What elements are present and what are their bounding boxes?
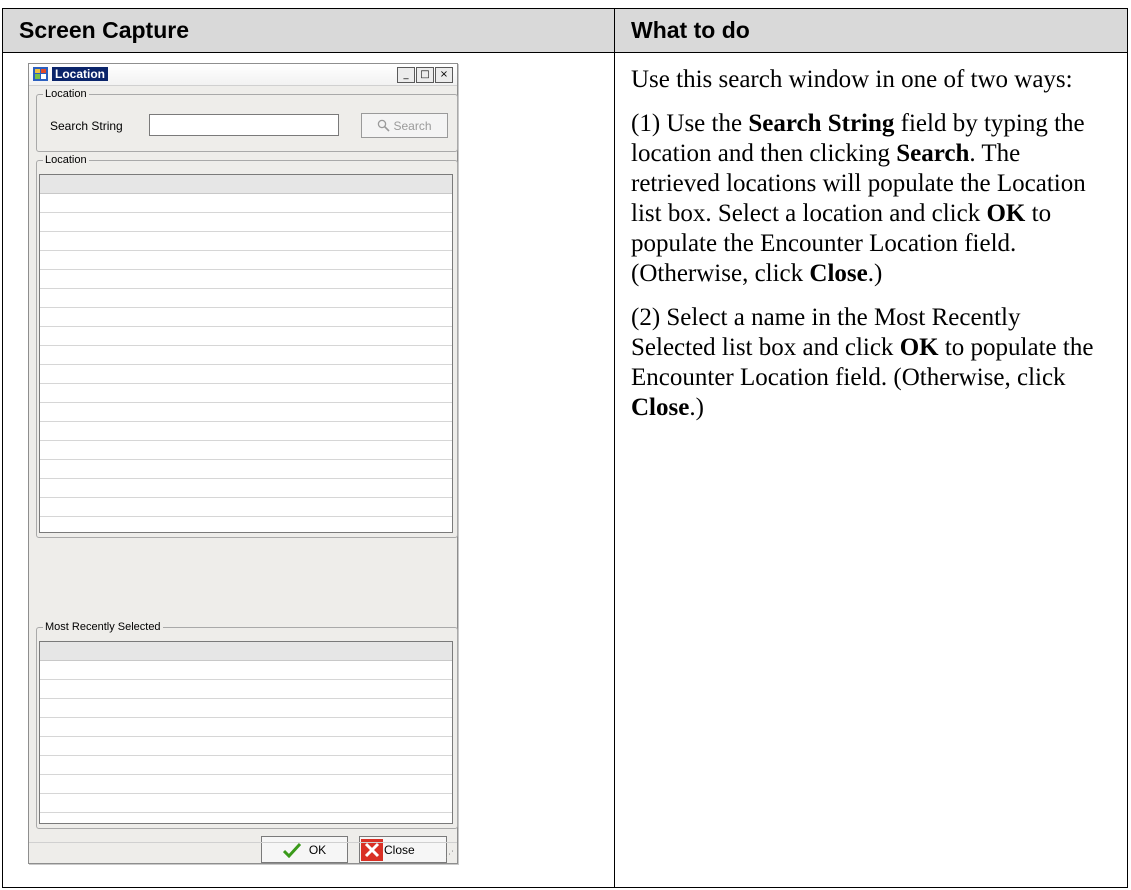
list-row[interactable] [40,756,452,775]
list-row[interactable] [40,813,452,823]
list-row[interactable] [40,270,452,289]
app-icon [33,67,48,81]
header-screen-capture: Screen Capture [2,8,615,53]
search-group-label: Location [43,87,89,101]
resize-grip-icon[interactable]: ⋰ [445,850,454,860]
maximize-button[interactable]: □ [416,67,434,83]
list-row[interactable] [40,794,452,813]
search-group: Location Search String Search [36,87,458,152]
document-table: Screen Capture What to do Location _ □ ×… [2,8,1128,888]
search-button-label: Search [393,118,432,133]
location-window: Location _ □ × Location Search String Se… [28,63,458,864]
list-row[interactable] [40,403,452,422]
status-bar: ⋰ [29,842,457,863]
magnifier-icon [378,119,391,132]
close-window-button[interactable]: × [435,67,453,83]
list-row[interactable] [40,737,452,756]
location-listbox[interactable] [39,174,453,533]
list-row[interactable] [40,232,452,251]
location-group-label: Location [43,153,89,167]
minimize-button[interactable]: _ [397,67,415,83]
list-row[interactable] [40,346,452,365]
location-list-header [40,175,452,194]
list-row[interactable] [40,718,452,737]
window-title: Location [52,67,108,81]
instructions-paragraph-1: Use this search window in one of two way… [631,66,1073,93]
header-what-to-do: What to do [614,8,1128,53]
list-row[interactable] [40,479,452,498]
instructions-cell: Use this search window in one of two way… [614,52,1128,888]
list-row[interactable] [40,441,452,460]
list-row[interactable] [40,517,452,532]
list-row[interactable] [40,498,452,517]
instructions: Use this search window in one of two way… [615,53,1127,423]
list-row[interactable] [40,422,452,441]
search-string-label: Search String [50,119,123,133]
screen-capture-cell: Location _ □ × Location Search String Se… [2,52,615,888]
location-group: Location [36,153,458,538]
list-row[interactable] [40,680,452,699]
list-row[interactable] [40,661,452,680]
list-row[interactable] [40,194,452,213]
list-row[interactable] [40,384,452,403]
recent-group-label: Most Recently Selected [43,620,163,634]
instructions-paragraph-2: (1) Use the Search String field by typin… [631,110,1086,287]
search-string-input[interactable] [149,114,339,136]
list-row[interactable] [40,365,452,384]
recent-group: Most Recently Selected [36,620,458,829]
list-row[interactable] [40,699,452,718]
list-row[interactable] [40,251,452,270]
list-row[interactable] [40,775,452,794]
list-row[interactable] [40,460,452,479]
list-row[interactable] [40,327,452,346]
list-row[interactable] [40,289,452,308]
list-row[interactable] [40,213,452,232]
list-row[interactable] [40,308,452,327]
recent-listbox[interactable] [39,641,453,824]
search-button[interactable]: Search [361,113,448,138]
instructions-paragraph-3: (2) Select a name in the Most Recently S… [631,304,1094,421]
title-bar[interactable]: Location _ □ × [29,64,457,86]
recent-list-header [40,642,452,661]
